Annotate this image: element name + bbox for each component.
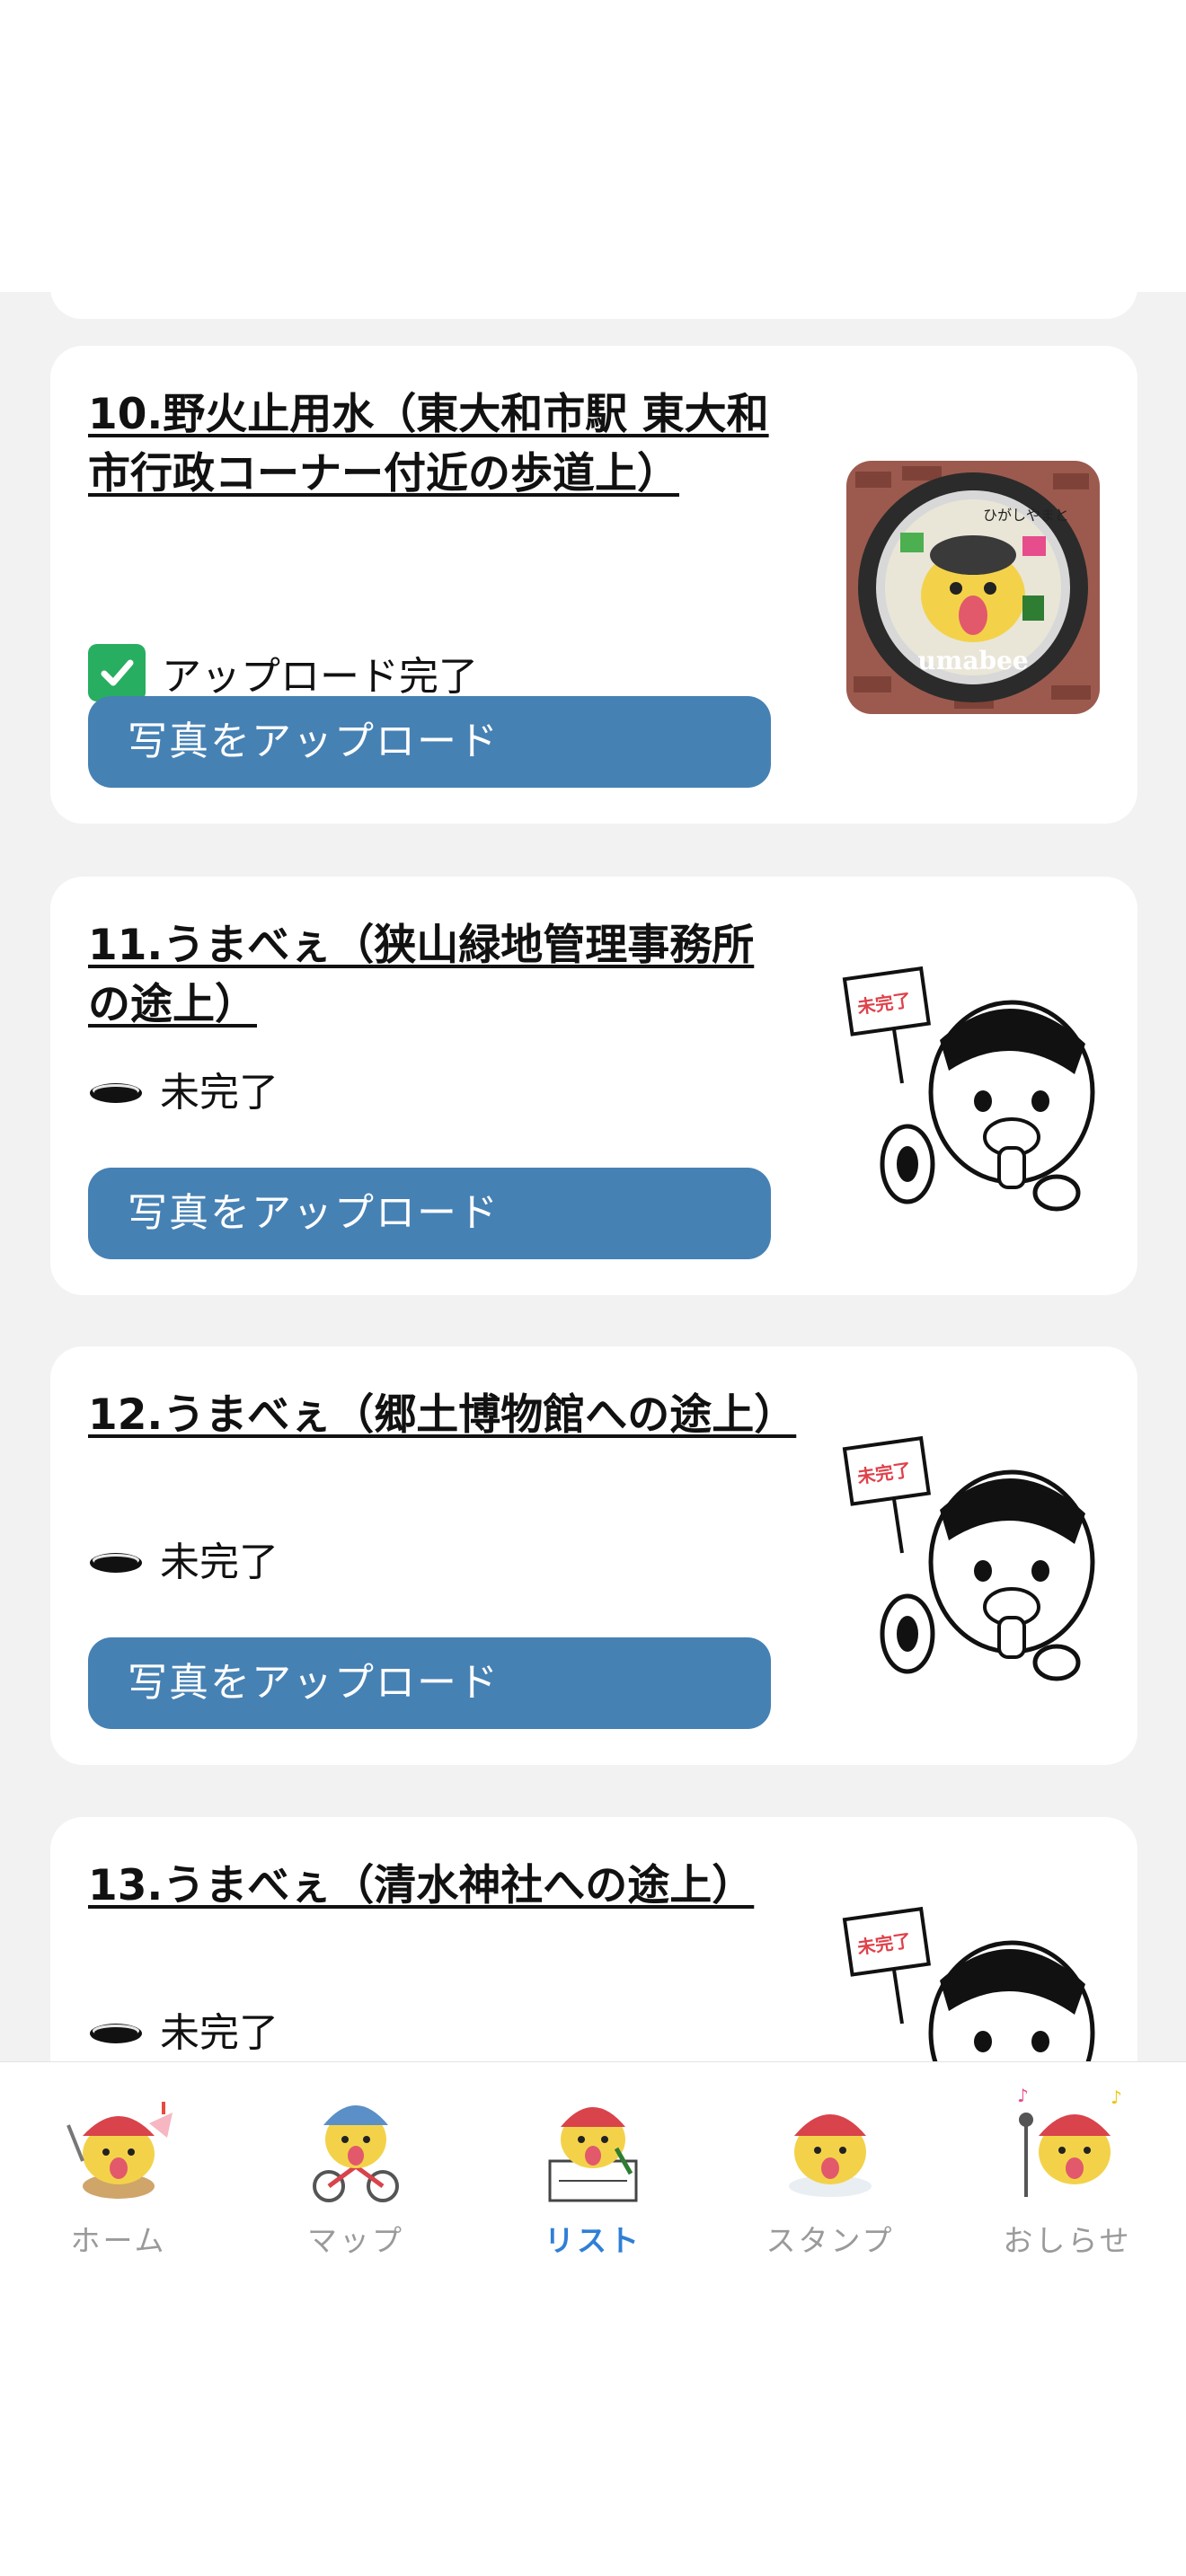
status-text: 未完了 (160, 1070, 279, 1116)
upload-photo-button[interactable]: 写真をアップロード (88, 1637, 771, 1729)
home-mascot-icon (66, 2102, 173, 2199)
status-row: 未完了 (88, 1530, 279, 1587)
tab-news[interactable]: ♪ ♪ おしらせ (949, 2080, 1186, 2260)
manhole-list[interactable]: 10.野火止用水（東大和市駅 東大和市行政コーナー付近の歩道上） アップロード完… (0, 292, 1186, 2061)
list-card: 12.うまべぇ（郷土博物館への途上） 未完了 写真をアップロード 未完了 (50, 1346, 1137, 1765)
tab-list[interactable]: リスト (474, 2080, 712, 2260)
status-text: アップロード完了 (162, 654, 478, 700)
tab-label: おしらせ (1003, 2223, 1132, 2258)
top-blank-area (0, 0, 1186, 292)
manhole-umabee-text: umabee (917, 646, 1028, 675)
tab-stamp[interactable]: スタンプ (712, 2080, 949, 2260)
tab-label: スタンプ (766, 2223, 895, 2258)
upload-photo-button[interactable]: 写真をアップロード (88, 696, 771, 788)
check-icon (88, 644, 146, 701)
card-title-link[interactable]: 11.うまべぇ（狭山緑地管理事務所の途上） (88, 916, 789, 1035)
card-title-link[interactable]: 12.うまべぇ（郷土博物館への途上） (88, 1386, 796, 1445)
svg-text:♪: ♪ (1017, 2085, 1029, 2106)
manhole-icon (88, 1531, 144, 1586)
mascot-incomplete-illustration: 未完了 (832, 1427, 1120, 1688)
previous-card-edge (50, 292, 1137, 319)
list-card: 11.うまべぇ（狭山緑地管理事務所の途上） 未完了 写真をアップロード 未完了 (50, 877, 1137, 1295)
tab-label: マップ (307, 2223, 404, 2258)
tab-map[interactable]: マップ (237, 2080, 474, 2260)
status-row: アップロード完了 (88, 644, 478, 701)
list-mascot-icon (548, 2107, 638, 2202)
list-card: 10.野火止用水（東大和市駅 東大和市行政コーナー付近の歩道上） アップロード完… (50, 346, 1137, 824)
tab-home[interactable]: ホーム (0, 2080, 237, 2260)
svg-text:♪: ♪ (1111, 2086, 1122, 2108)
card-title-link[interactable]: 10.野火止用水（東大和市駅 東大和市行政コーナー付近の歩道上） (88, 385, 789, 504)
manhole-icon (88, 2001, 144, 2057)
status-row: 未完了 (88, 2000, 279, 2058)
card-title-link[interactable]: 13.うまべぇ（清水神社への途上） (88, 1857, 789, 1916)
bottom-tab-bar: ホーム マップ リスト スタンプ ♪ ♪ おしらせ (0, 2061, 1186, 2576)
stamp-mascot-icon (789, 2114, 872, 2197)
mascot-incomplete-illustration: 未完了 (832, 957, 1120, 1218)
manhole-icon (88, 1061, 144, 1116)
manhole-arc-text: ひがしやまと (983, 507, 1069, 524)
mascot-incomplete-illustration: 未完了 (832, 1898, 1120, 2061)
upload-photo-button[interactable]: 写真をアップロード (88, 1168, 771, 1259)
list-card: 13.うまべぇ（清水神社への途上） 未完了 未完了 (50, 1817, 1137, 2061)
status-row: 未完了 (88, 1060, 279, 1117)
status-text: 未完了 (160, 1539, 279, 1585)
tab-label: ホーム (70, 2223, 167, 2258)
tab-label: リスト (544, 2223, 642, 2258)
news-mascot-icon: ♪ ♪ (1017, 2085, 1122, 2197)
manhole-photo-thumbnail[interactable]: umabee ひがしやまと (846, 461, 1100, 714)
status-text: 未完了 (160, 2010, 279, 2056)
map-mascot-icon (313, 2105, 399, 2202)
